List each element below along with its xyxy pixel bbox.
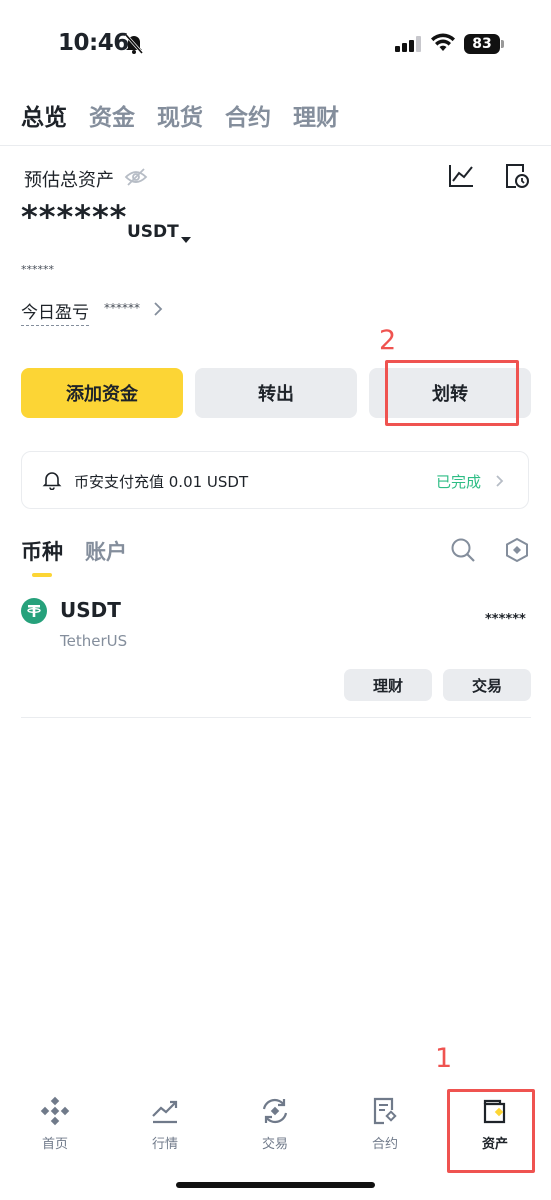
estimated-total-label: 预估总资产 bbox=[24, 170, 114, 191]
eye-hidden-icon[interactable] bbox=[124, 166, 148, 192]
chevron-right-icon[interactable] bbox=[495, 473, 504, 492]
nav-futures[interactable]: 合约 bbox=[330, 1095, 440, 1152]
asset-symbol[interactable]: USDT bbox=[60, 598, 121, 622]
fiat-value-masked: ****** bbox=[21, 263, 54, 276]
market-chart-icon bbox=[150, 1095, 180, 1127]
search-icon[interactable] bbox=[450, 537, 476, 567]
nav-assets[interactable]: 资产 bbox=[440, 1095, 550, 1152]
nav-label: 资产 bbox=[481, 1137, 508, 1152]
annotation-number-1: 1 bbox=[435, 1043, 453, 1074]
tab-futures[interactable]: 合约 bbox=[225, 98, 271, 132]
nav-home[interactable]: 首页 bbox=[0, 1095, 110, 1152]
wallet-icon bbox=[480, 1095, 510, 1127]
earn-button[interactable]: 理财 bbox=[344, 669, 432, 701]
add-funds-button[interactable]: 添加资金 bbox=[21, 368, 183, 418]
hexagon-settings-icon[interactable] bbox=[505, 537, 529, 567]
futures-doc-icon bbox=[370, 1095, 400, 1127]
nav-label: 首页 bbox=[41, 1137, 68, 1152]
wifi-icon bbox=[430, 33, 456, 57]
asset-amount-masked: ****** bbox=[485, 612, 526, 627]
tab-earn[interactable]: 理财 bbox=[293, 98, 339, 132]
battery-tip bbox=[501, 40, 504, 48]
tab-active-indicator bbox=[32, 573, 52, 577]
header-divider bbox=[0, 145, 551, 146]
tab-spot[interactable]: 现货 bbox=[157, 98, 203, 132]
notice-text: 币安支付充值 0.01 USDT bbox=[74, 473, 249, 491]
nav-markets[interactable]: 行情 bbox=[110, 1095, 220, 1152]
today-pnl-value: ****** bbox=[104, 301, 140, 315]
annotation-number-2: 2 bbox=[379, 325, 397, 356]
trade-button[interactable]: 交易 bbox=[443, 669, 531, 701]
home-indicator bbox=[176, 1182, 375, 1188]
status-time: 10:46 bbox=[58, 30, 129, 56]
history-record-icon[interactable] bbox=[503, 162, 531, 194]
bell-icon bbox=[42, 470, 62, 494]
currency-selector[interactable]: USDT bbox=[127, 222, 179, 242]
asset-row-divider bbox=[21, 717, 531, 718]
annotation-box-transfer bbox=[385, 360, 519, 426]
battery-indicator: 83 bbox=[464, 34, 500, 54]
tab-funding[interactable]: 资金 bbox=[89, 98, 135, 132]
chevron-right-icon[interactable] bbox=[153, 301, 163, 321]
withdraw-button[interactable]: 转出 bbox=[195, 368, 357, 418]
today-pnl-label[interactable]: 今日盈亏 bbox=[21, 298, 89, 326]
nav-label: 交易 bbox=[261, 1137, 288, 1152]
nav-label: 行情 bbox=[151, 1137, 178, 1152]
nav-label: 合约 bbox=[371, 1137, 398, 1152]
line-chart-icon[interactable] bbox=[447, 162, 475, 194]
usdt-coin-icon bbox=[21, 598, 47, 628]
caret-down-icon[interactable] bbox=[181, 229, 191, 248]
binance-logo-icon bbox=[40, 1095, 70, 1127]
top-tab-bar: 总览 资金 现货 合约 理财 bbox=[21, 98, 339, 132]
tab-overview[interactable]: 总览 bbox=[21, 98, 67, 132]
tab-accounts[interactable]: 账户 bbox=[85, 536, 127, 566]
cellular-signal-icon bbox=[395, 36, 425, 56]
tab-coins[interactable]: 币种 bbox=[21, 536, 63, 566]
notice-status: 已完成 bbox=[436, 473, 482, 491]
bell-muted-icon bbox=[124, 33, 144, 59]
nav-trade[interactable]: 交易 bbox=[220, 1095, 330, 1152]
total-balance-masked: ****** bbox=[21, 198, 128, 236]
asset-name: TetherUS bbox=[60, 632, 128, 650]
trade-swap-icon bbox=[259, 1095, 291, 1127]
